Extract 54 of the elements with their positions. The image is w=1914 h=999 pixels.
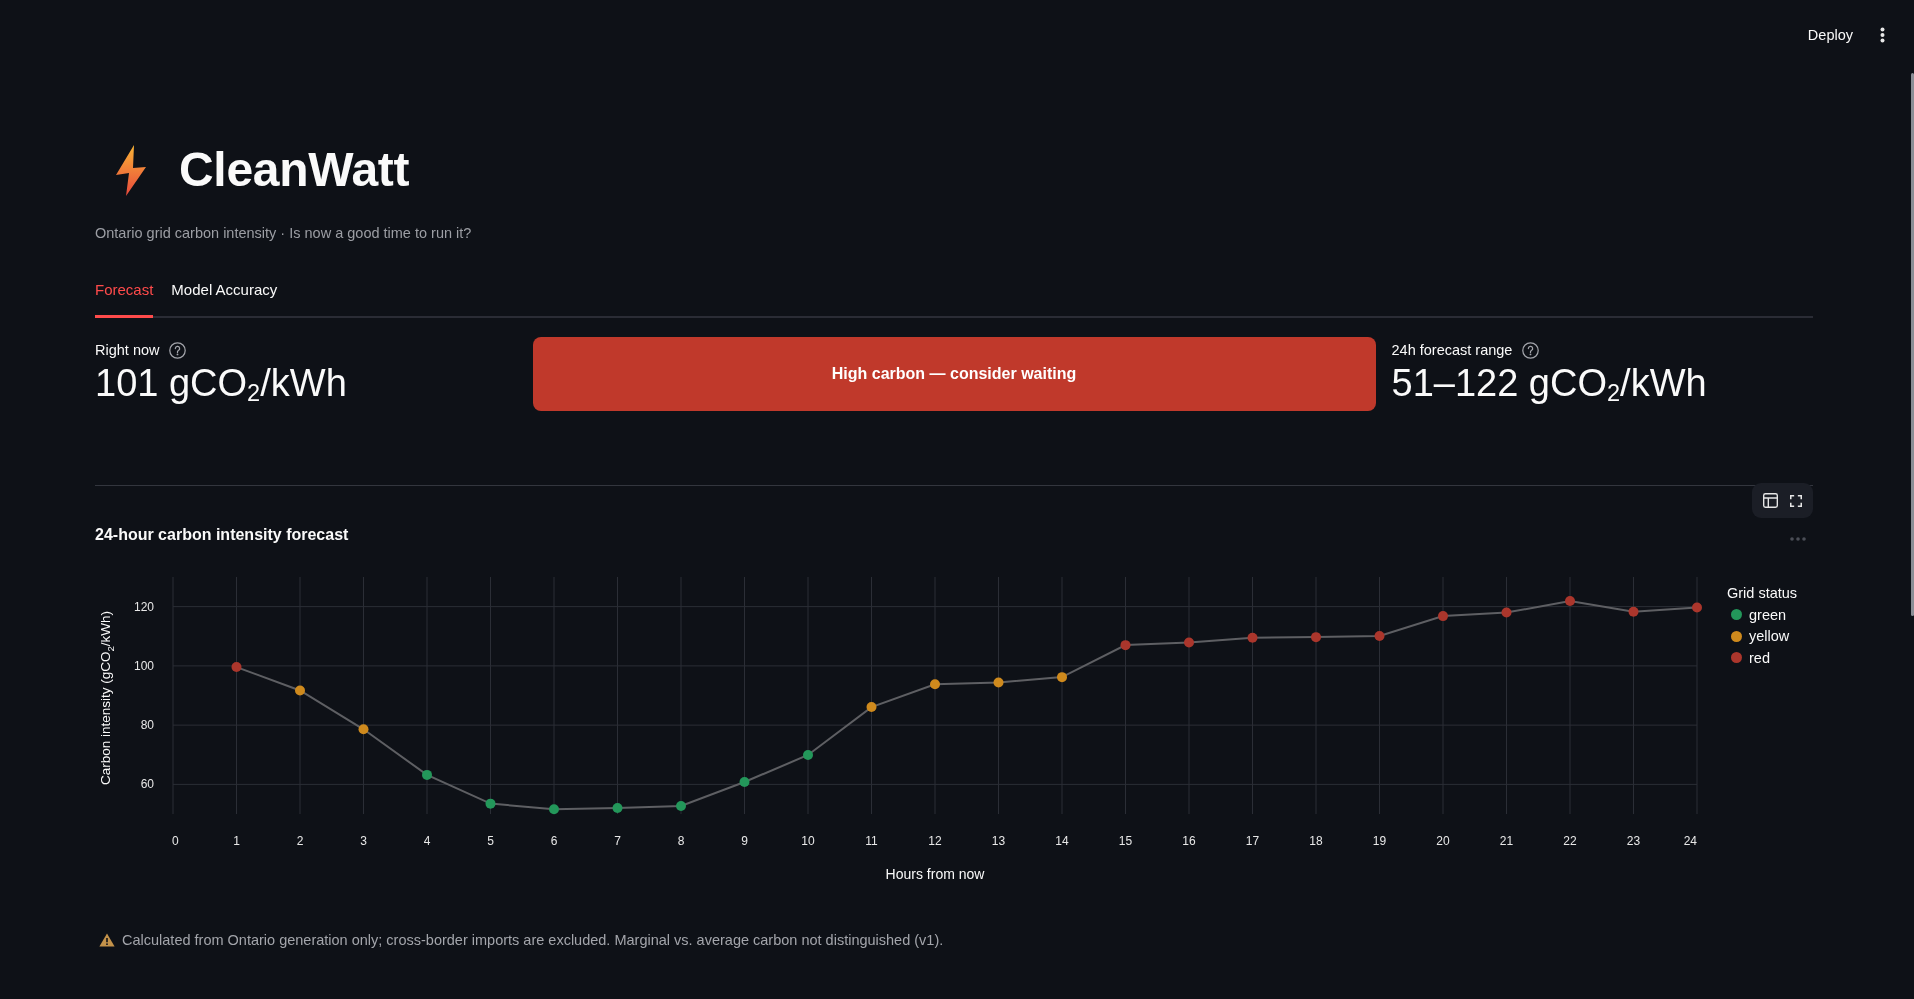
- help-icon[interactable]: [169, 341, 187, 359]
- warning-icon: [99, 933, 115, 947]
- axis-tick-label: 60: [140, 777, 154, 792]
- axis-tick-label: 100: [133, 658, 154, 673]
- axis-tick-label: 23: [1626, 834, 1641, 848]
- axis-tick-label: 10: [801, 834, 815, 848]
- metric-value: 101 gCO$_{2}$/kWh: [95, 361, 347, 406]
- axis-tick-label: 11: [865, 834, 878, 848]
- axis-tick-label: 1: [233, 834, 240, 848]
- axis-tick-label: 18: [1309, 834, 1323, 848]
- footnote-text: Calculated from Ontario generation only; cross-border imports are excluded. Marginal vs. average carbon not distinguished (v1).: [122, 931, 944, 950]
- axis-tick-label: 13: [991, 834, 1006, 848]
- tab[interactable]: Forecast: [95, 280, 154, 318]
- help-icon[interactable]: [1522, 341, 1540, 359]
- axis-tick-label: 3: [360, 834, 367, 848]
- axis-tick-label: 19: [1372, 834, 1387, 848]
- axis-tick-label: 9: [741, 834, 748, 848]
- scrollbar-thumb[interactable]: [1911, 73, 1914, 616]
- table-icon[interactable]: [1763, 493, 1778, 508]
- app-subtitle: Ontario grid carbon intensity · Is now a good time to run it?: [95, 224, 472, 243]
- status-banner: High carbon — consider waiting: [532, 337, 1376, 411]
- tab[interactable]: Model Accuracy: [171, 280, 278, 318]
- axis-tick-label: 8: [677, 834, 685, 848]
- x-axis-title: Hours from now: [885, 866, 985, 882]
- lightning-bolt-icon: [116, 144, 146, 196]
- axis-tick-label: 120: [133, 599, 154, 614]
- legend-label: red: [1749, 648, 1770, 667]
- axis-tick-label: 0: [172, 834, 179, 848]
- legend-label: yellow: [1749, 627, 1790, 646]
- axis-tick-label: 21: [1499, 834, 1514, 848]
- legend-label: green: [1749, 605, 1787, 624]
- menu-icon[interactable]: [1880, 27, 1885, 43]
- axis-tick-label: 7: [614, 834, 621, 848]
- axis-tick-label: 15: [1118, 834, 1133, 848]
- metric-label: 24h forecast range: [1391, 341, 1513, 360]
- axis-tick-label: 22: [1563, 834, 1577, 848]
- deploy-button[interactable]: Deploy: [1801, 21, 1859, 49]
- fullscreen-icon[interactable]: [1790, 494, 1802, 507]
- axis-tick-label: 4: [423, 834, 431, 848]
- metric-label: Right now: [95, 341, 160, 360]
- axis-tick-label: 6: [550, 834, 558, 848]
- axis-tick-label: 17: [1245, 834, 1260, 848]
- axis-tick-label: 24: [1683, 834, 1697, 848]
- axis-tick-label: 5: [487, 834, 494, 848]
- chart-title: 24-hour carbon intensity forecast: [95, 525, 349, 545]
- axis-tick-label: 20: [1436, 834, 1450, 848]
- axis-tick-label: 16: [1182, 834, 1196, 848]
- axis-tick-label: 12: [928, 834, 942, 848]
- legend-title: Grid status: [1727, 584, 1798, 603]
- app-title: CleanWatt: [179, 142, 410, 198]
- metric-value: 51–122 gCO$_{2}$/kWh: [1391, 361, 1707, 406]
- axis-tick-label: 2: [296, 834, 304, 848]
- axis-tick-label: 14: [1055, 834, 1069, 848]
- axis-tick-label: 80: [140, 718, 154, 733]
